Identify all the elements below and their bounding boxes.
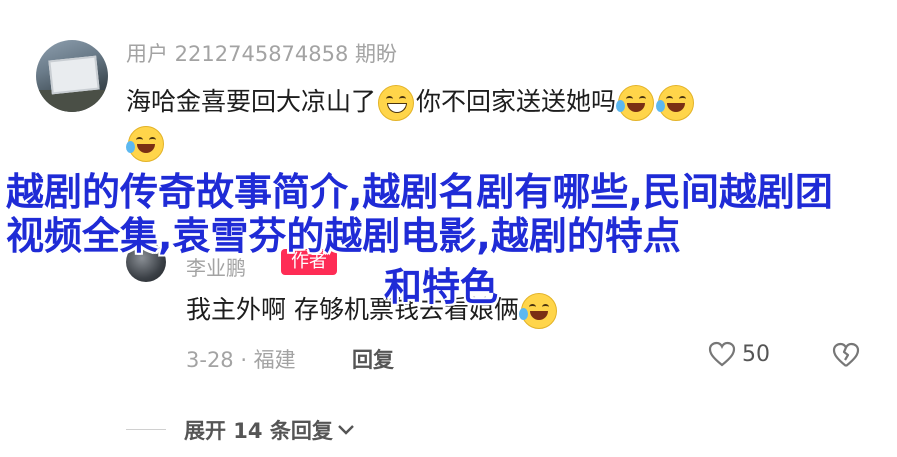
reply-text: 我主外啊 存够机票钱去看娘俩 bbox=[186, 290, 559, 329]
expand-replies-label: 展开 14 条回复 bbox=[184, 419, 333, 443]
comment-text-part2: 你不回家送送她吗 bbox=[416, 87, 617, 116]
comment-username[interactable]: 用户 2212745874858 期盼 bbox=[126, 38, 397, 68]
heart-icon bbox=[708, 341, 736, 367]
like-count: 50 bbox=[742, 341, 770, 367]
divider bbox=[126, 429, 166, 430]
avatar[interactable] bbox=[36, 40, 108, 112]
comment-text: 海哈金喜要回大凉山了 你不回家送送她吗 bbox=[126, 82, 696, 121]
laugh-cry-emoji-icon bbox=[656, 85, 695, 121]
like-button[interactable]: 50 bbox=[708, 341, 770, 367]
reply-date-location: 3-28 · 福建 bbox=[186, 348, 296, 372]
laugh-cry-emoji-icon bbox=[616, 85, 655, 121]
watermark-text: 越剧的传奇故事简介,越剧名剧有哪些,民间越剧团视频全集,袁雪芬的越剧电影,越剧的… bbox=[6, 170, 833, 258]
comment-emoji-row bbox=[126, 126, 166, 162]
dislike-button[interactable] bbox=[832, 342, 860, 372]
broken-heart-icon bbox=[832, 342, 860, 367]
expand-replies-button[interactable]: 展开 14 条回复 bbox=[184, 415, 355, 445]
grin-emoji-icon bbox=[378, 85, 415, 121]
reply-button[interactable]: 回复 bbox=[352, 344, 394, 374]
laugh-cry-emoji-icon bbox=[518, 293, 557, 329]
watermark-text-line2: 和特色 bbox=[384, 265, 499, 309]
chevron-down-icon bbox=[338, 425, 354, 435]
laugh-cry-emoji-icon bbox=[126, 126, 164, 162]
comment-text-part1: 海哈金喜要回大凉山了 bbox=[126, 87, 377, 116]
